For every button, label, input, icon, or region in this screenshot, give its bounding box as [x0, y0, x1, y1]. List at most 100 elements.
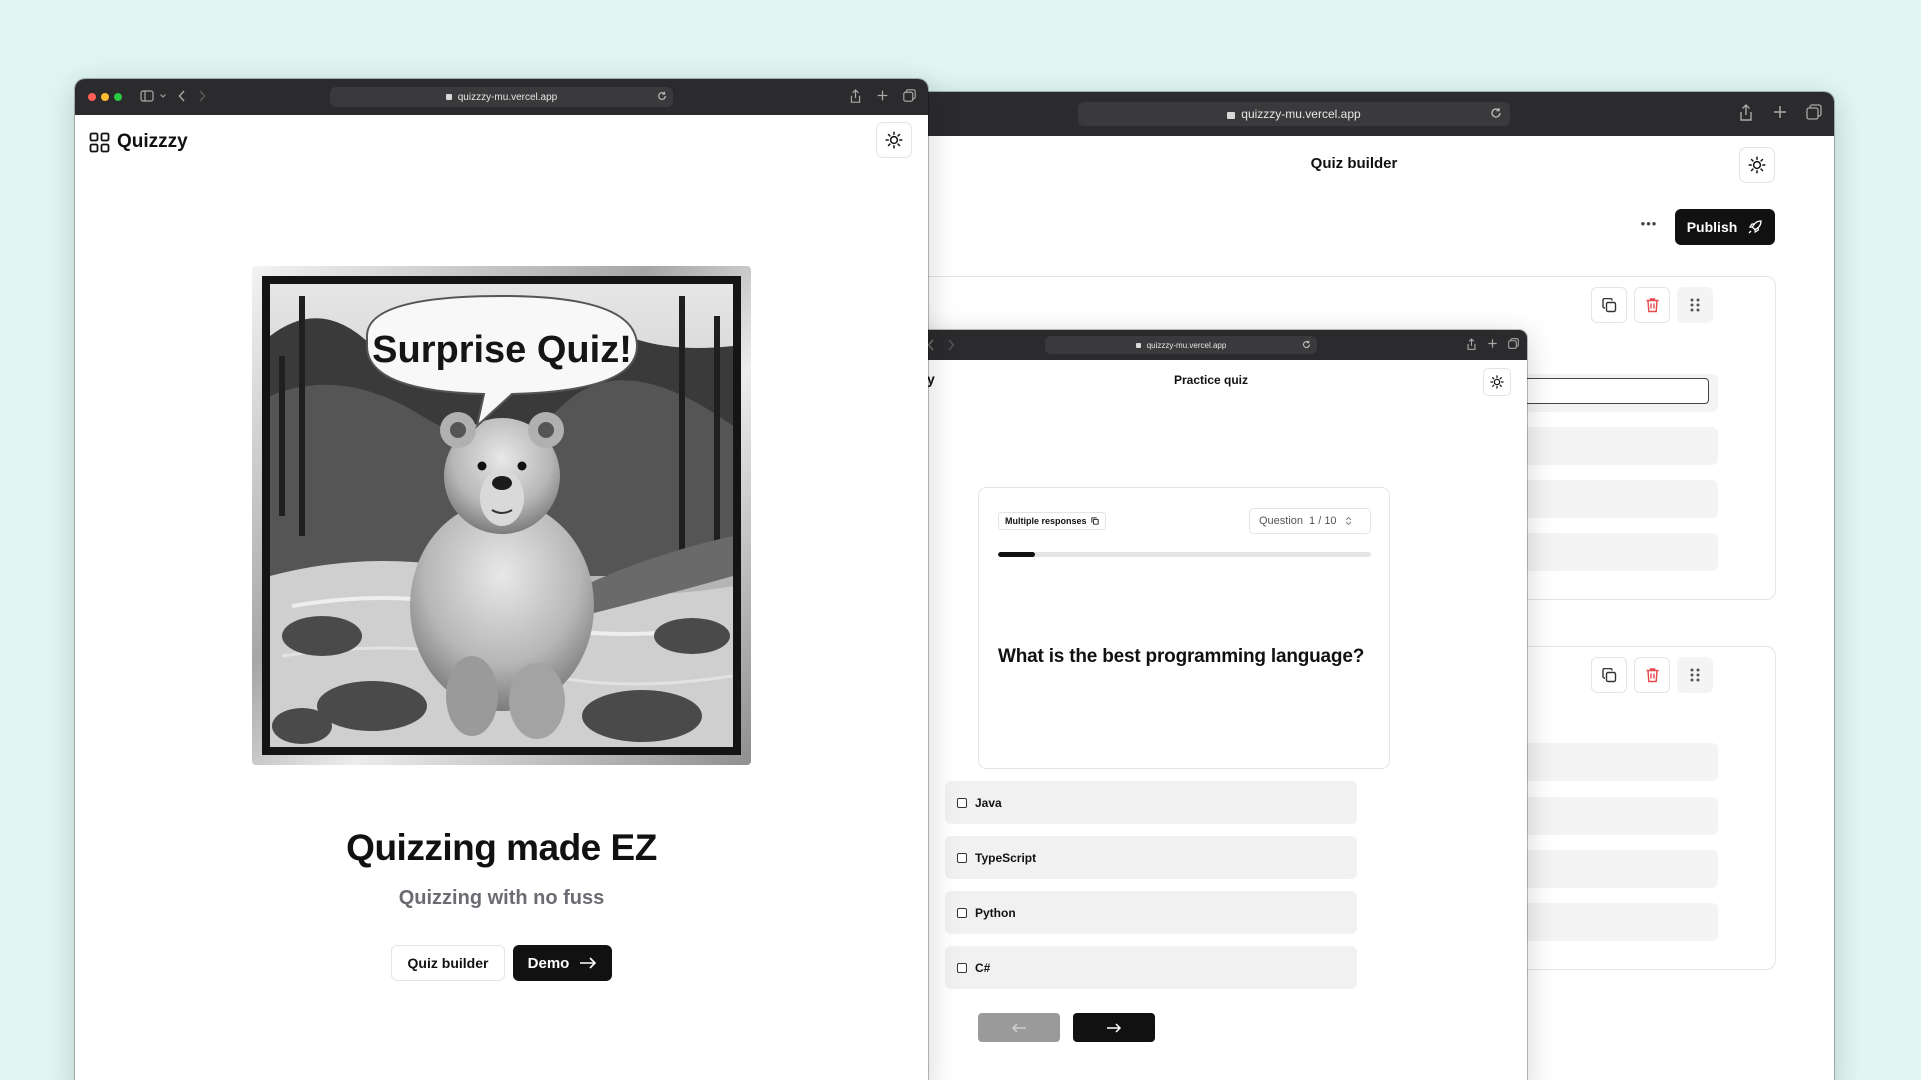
grip-icon — [1690, 668, 1700, 682]
home-url: quizzzy-mu.vercel.app — [457, 91, 558, 103]
new-tab-icon[interactable] — [1772, 104, 1788, 120]
publish-button[interactable]: Publish — [1675, 209, 1775, 245]
close-window-button[interactable] — [88, 93, 96, 101]
lock-icon — [1227, 111, 1236, 119]
drag-handle[interactable] — [1677, 287, 1713, 323]
home-address-bar[interactable]: quizzzy-mu.vercel.app — [330, 87, 673, 107]
answer-option[interactable]: C# — [945, 946, 1357, 989]
bear-illustration: Surprise Quiz! — [262, 276, 741, 755]
question-type-label: Multiple responses — [1005, 516, 1087, 526]
lock-icon — [1135, 342, 1141, 348]
home-titlebar: quizzzy-mu.vercel.app — [75, 79, 928, 115]
quiz-builder-button[interactable]: Quiz builder — [391, 945, 505, 981]
question-counter: 1 / 10 — [1309, 515, 1337, 527]
traffic-lights — [88, 93, 122, 101]
new-tab-icon[interactable] — [1487, 338, 1498, 349]
answer-option[interactable]: Python — [945, 891, 1357, 934]
chevron-down-icon[interactable] — [160, 94, 166, 98]
quiz-builder-label: Quiz builder — [407, 955, 489, 971]
arrow-right-icon — [580, 957, 597, 969]
sidebar-icon[interactable] — [140, 90, 154, 102]
answer-option[interactable]: Java — [945, 781, 1357, 824]
copy-icon — [1601, 667, 1616, 682]
answer-label: Java — [975, 795, 1002, 810]
trash-icon — [1646, 668, 1658, 683]
question-panel: Multiple responses Question 1 / 10 What … — [978, 487, 1390, 769]
next-question-button[interactable] — [1073, 1013, 1155, 1042]
question-selector[interactable]: Question 1 / 10 — [1249, 508, 1371, 534]
grid-logo-icon — [89, 132, 110, 152]
answer-checkbox[interactable] — [957, 797, 967, 808]
builder-address-bar[interactable]: quizzzy-mu.vercel.app — [1078, 102, 1510, 126]
drag-handle[interactable] — [1677, 657, 1713, 693]
builder-toolbar-icons — [1738, 104, 1822, 122]
back-icon[interactable] — [178, 90, 186, 102]
more-options-button[interactable]: ••• — [1635, 216, 1663, 231]
question-text: What is the best programming language? — [998, 646, 1365, 667]
practice-url: quizzzy-mu.vercel.app — [1146, 340, 1227, 350]
sun-icon — [885, 131, 903, 149]
home-nav-icons — [140, 90, 206, 102]
rocket-icon — [1748, 220, 1762, 234]
new-tab-icon[interactable] — [876, 89, 889, 102]
hero-headline: Quizzing made EZ — [346, 827, 657, 868]
previous-question-button[interactable] — [978, 1013, 1060, 1042]
answer-label: TypeScript — [975, 850, 1037, 865]
duplicate-button[interactable] — [1591, 287, 1627, 323]
sun-icon — [1490, 375, 1504, 389]
answer-checkbox[interactable] — [957, 962, 967, 973]
tabs-overview-icon[interactable] — [1806, 104, 1822, 120]
demo-button[interactable]: Demo — [513, 945, 612, 981]
duplicate-button[interactable] — [1591, 657, 1627, 693]
publish-label: Publish — [1686, 219, 1738, 235]
maximize-window-button[interactable] — [114, 93, 122, 101]
reload-icon[interactable] — [657, 91, 667, 104]
share-icon[interactable] — [1738, 104, 1754, 122]
answer-option[interactable]: TypeScript — [945, 836, 1357, 879]
question-progress-fill — [998, 552, 1036, 557]
home-toolbar-icons — [849, 89, 916, 104]
builder-titlebar: quizzzy-mu.vercel.app — [888, 92, 1834, 136]
hero-subheadline: Quizzing with no fuss — [398, 887, 605, 909]
hero-image: Surprise Quiz! — [252, 266, 751, 765]
practice-toolbar-icons — [1466, 338, 1519, 351]
brand-name: Quizzzy — [117, 131, 188, 152]
reload-icon[interactable] — [1490, 107, 1502, 122]
multiple-copy-icon — [1090, 517, 1099, 525]
answer-label: Python — [975, 905, 1016, 920]
forward-icon[interactable] — [198, 90, 206, 102]
answer-checkbox[interactable] — [957, 852, 967, 863]
delete-button[interactable] — [1634, 287, 1670, 323]
minimize-window-button[interactable] — [101, 93, 109, 101]
back-icon[interactable] — [927, 339, 935, 351]
reload-icon[interactable] — [1302, 340, 1311, 351]
arrow-left-icon — [1011, 1022, 1026, 1033]
practice-theme-toggle[interactable] — [1483, 368, 1511, 396]
home-theme-toggle[interactable] — [876, 122, 912, 158]
trash-icon — [1646, 298, 1658, 313]
answer-label: C# — [975, 960, 991, 975]
sun-icon — [1748, 156, 1766, 174]
practice-browser-window: quizzzy-mu.vercel.app y Practice quiz Mu… — [895, 330, 1527, 1080]
share-icon[interactable] — [1466, 338, 1477, 351]
question-progress-track — [998, 552, 1371, 557]
lock-icon — [445, 94, 452, 100]
share-icon[interactable] — [849, 89, 862, 104]
home-browser-window: quizzzy-mu.vercel.app Quizzzy Surprise Q… — [75, 79, 928, 1080]
chevron-up-down-icon — [1345, 516, 1351, 526]
hero-bubble-text: Surprise Quiz! — [372, 329, 632, 371]
practice-address-bar[interactable]: quizzzy-mu.vercel.app — [1045, 336, 1317, 354]
question-label: Question — [1259, 515, 1304, 527]
forward-icon[interactable] — [947, 339, 955, 351]
tabs-overview-icon[interactable] — [903, 89, 916, 102]
delete-button[interactable] — [1634, 657, 1670, 693]
builder-url: quizzzy-mu.vercel.app — [1241, 107, 1361, 121]
builder-page-title: Quiz builder — [1310, 155, 1398, 172]
tabs-overview-icon[interactable] — [1508, 338, 1519, 349]
answer-checkbox[interactable] — [957, 907, 967, 918]
builder-theme-toggle[interactable] — [1739, 147, 1775, 183]
practice-page-title: Practice quiz — [1173, 373, 1249, 387]
demo-label: Demo — [527, 954, 570, 972]
question-type-badge: Multiple responses — [998, 512, 1106, 530]
brand-logo[interactable]: Quizzzy — [89, 131, 188, 153]
